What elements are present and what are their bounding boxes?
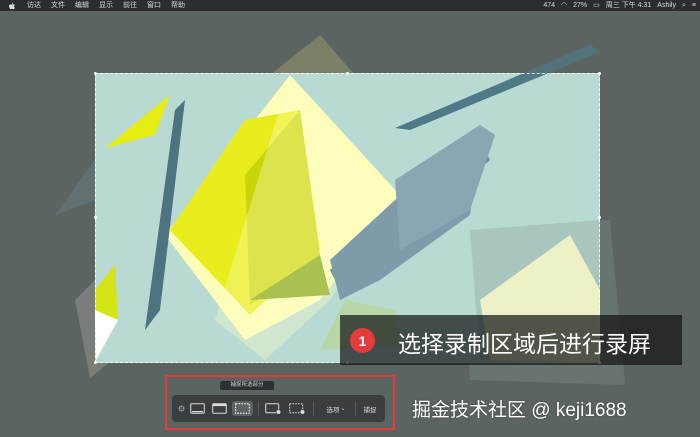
capture-screen-icon[interactable] [188,401,206,416]
options-label: 选项 [326,406,340,414]
toolbar-divider [258,401,259,416]
menu-view[interactable]: 显示 [94,0,118,11]
apple-icon[interactable] [8,2,16,10]
battery-icon[interactable]: ▭ [593,0,600,11]
resize-handle-left[interactable] [94,216,97,219]
search-icon[interactable]: ⌕ [682,0,686,11]
watermark: 掘金技术社区 @ keji1688 [412,400,627,421]
menu-help[interactable]: 帮助 [166,0,190,11]
tooltip: 捕捉所选部分 [220,381,274,390]
toolbar-divider [313,401,314,416]
step-badge: 1 [350,328,375,353]
resize-handle-top-right[interactable] [598,72,601,75]
record-selection-icon[interactable] [287,401,307,416]
wifi-icon[interactable]: ◠ [561,0,567,11]
battery-percent[interactable]: 27% [573,0,587,11]
capture-label: 捕捉 [363,406,377,414]
user-name[interactable]: Ashily [657,0,676,11]
menu-edit[interactable]: 编辑 [70,0,94,11]
resize-handle-top-left[interactable] [94,72,97,75]
record-screen-icon[interactable] [263,401,283,416]
close-icon[interactable] [176,401,186,416]
resize-handle-right[interactable] [598,216,601,219]
chevron-down-icon: ⌄ [340,406,346,412]
menu-bar: 访达 文件 编辑 显示 前往 窗口 帮助 474 ◠ 27% ▭ 周三 下午 4… [0,0,700,11]
menu-window[interactable]: 窗口 [142,0,166,11]
options-menu[interactable]: 选项 ⌄ [320,401,352,416]
screenshot-toolbar: 选项 ⌄ 捕捉 [172,395,385,422]
capture-window-icon[interactable] [210,401,228,416]
datetime[interactable]: 周三 下午 4:31 [606,0,652,11]
capture-selection-icon[interactable] [232,401,253,416]
toolbar-divider [355,401,356,416]
menu-list-icon[interactable]: ≡ [692,0,696,11]
menu-go[interactable]: 前往 [118,0,142,11]
instruction-text: 选择录制区域后进行录屏 [398,331,651,357]
resize-handle-top[interactable] [346,72,349,75]
resize-handle-bottom-left[interactable] [94,361,97,364]
menu-finder[interactable]: 访达 [22,0,46,11]
capture-button[interactable]: 捕捉 [359,401,381,416]
network-speed[interactable]: 474 [543,0,555,11]
menu-file[interactable]: 文件 [46,0,70,11]
